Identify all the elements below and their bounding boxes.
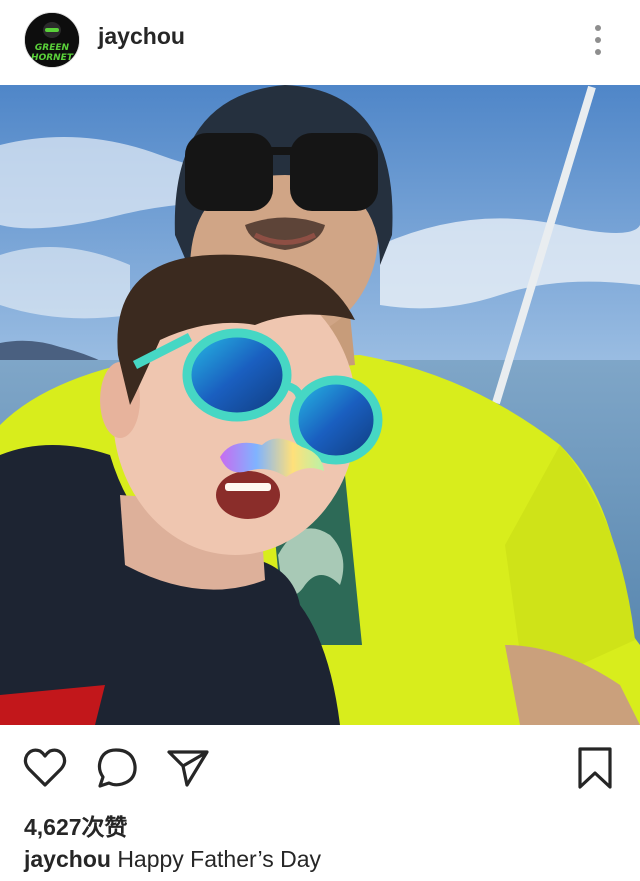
bookmark-icon[interactable] [572,745,618,791]
caption-username[interactable]: jaychou [24,846,111,872]
post-photo[interactable] [0,85,640,725]
send-icon[interactable] [165,745,211,791]
avatar-logo-line2: HORNET [31,53,74,63]
likes-count[interactable]: 4,627次赞 [24,808,128,842]
post-author-username[interactable]: jaychou [98,23,185,50]
heart-icon[interactable] [22,745,68,791]
comment-icon[interactable] [95,745,141,791]
post-header: GREEN HORNET jaychou [0,0,640,85]
caption-text: Happy Father’s Day [117,846,321,872]
avatar-image: GREEN HORNET [25,13,79,67]
post-caption: jaychou Happy Father’s Day [24,846,321,873]
avatar[interactable]: GREEN HORNET [24,12,80,68]
avatar-logo-line1: GREEN [35,43,70,53]
action-bar [0,725,640,805]
more-vertical-icon[interactable] [587,22,609,58]
photo-illustration [0,85,640,725]
